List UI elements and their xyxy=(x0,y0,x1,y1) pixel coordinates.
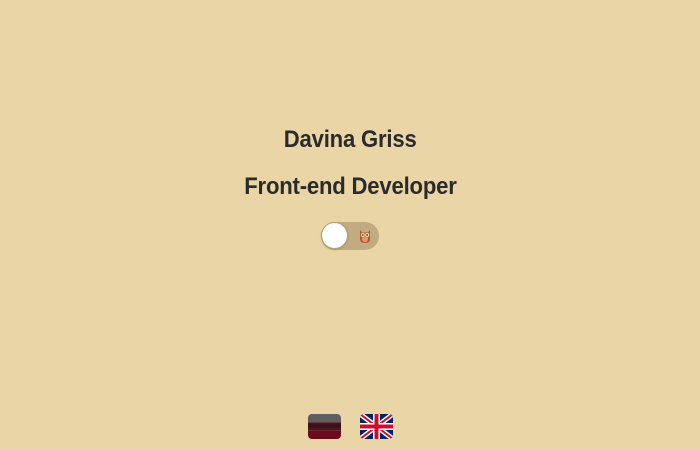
german-flag-icon[interactable] xyxy=(308,414,341,439)
profile-role: Front-end Developer xyxy=(243,173,457,200)
owl-icon xyxy=(358,228,372,244)
theme-toggle[interactable] xyxy=(321,222,379,250)
profile-name: Davina Griss xyxy=(283,126,417,153)
uk-flag-icon[interactable] xyxy=(360,414,393,439)
toggle-knob[interactable] xyxy=(321,222,348,249)
hero-section: Davina Griss Front-end Developer xyxy=(0,122,700,250)
language-switcher xyxy=(308,414,393,439)
